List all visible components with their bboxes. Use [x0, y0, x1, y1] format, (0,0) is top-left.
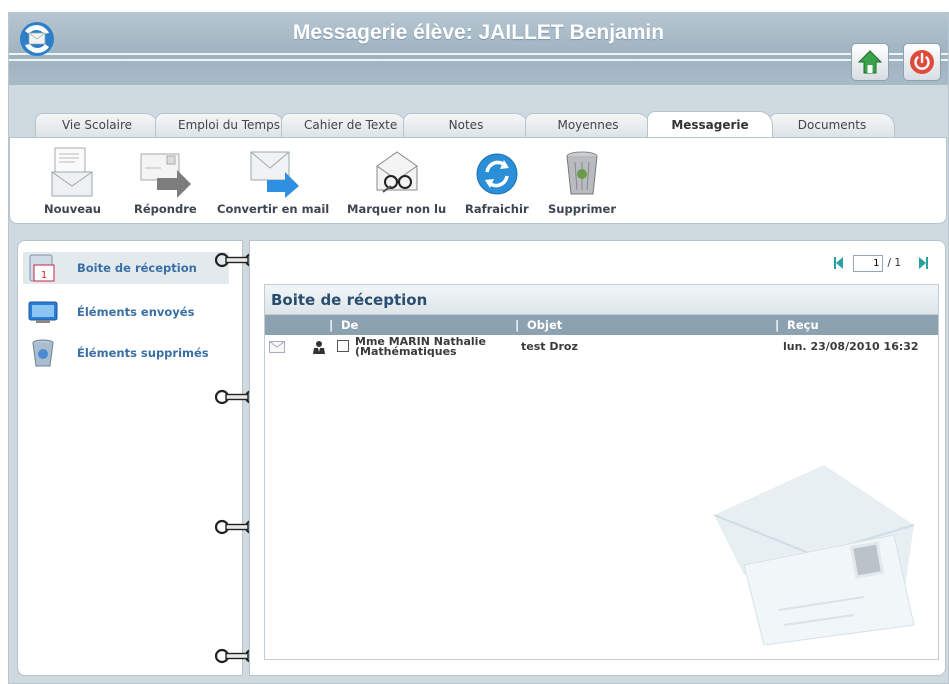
app-window: Messagerie élève: JAILLET Benjamin Vie S…	[8, 12, 949, 684]
reply-icon	[140, 153, 192, 198]
tab-vie-scolaire[interactable]: Vie Scolaire	[35, 113, 159, 137]
new-message-button[interactable]: Nouveau	[44, 146, 101, 216]
next-page-icon[interactable]	[915, 256, 929, 270]
pager: / 1	[833, 254, 929, 272]
new-message-icon	[51, 147, 93, 197]
svg-text:1: 1	[41, 270, 47, 281]
sent-icon	[28, 301, 58, 323]
message-list: Boite de réception | De | Objet | Reçu M…	[264, 284, 939, 660]
page-total: / 1	[887, 257, 901, 269]
reply-label: Répondre	[134, 202, 197, 216]
tab-moyennes[interactable]: Moyennes	[525, 113, 651, 137]
refresh-icon	[476, 153, 518, 195]
folder-sent-label: Éléments envoyés	[77, 305, 195, 319]
envelope-watermark-icon	[713, 465, 915, 645]
deleted-items-icon	[32, 339, 54, 367]
column-received[interactable]: Reçu	[787, 318, 819, 332]
power-icon	[910, 50, 934, 74]
column-received-separator: |	[775, 318, 780, 332]
refresh-button[interactable]: Rafraichir	[465, 146, 529, 216]
message-panel: / 1 Boite de réception | De | Objet | Re…	[249, 240, 946, 676]
table-row[interactable]: Mme MARIN Nathalie (Mathématiques test D…	[265, 335, 938, 361]
previous-page-icon[interactable]	[833, 256, 847, 270]
mark-unread-label: Marquer non lu	[347, 202, 447, 216]
refresh-label: Rafraichir	[465, 202, 529, 216]
folder-inbox-label: Boite de réception	[77, 261, 197, 275]
list-title: Boite de réception	[265, 285, 938, 315]
column-subject[interactable]: Objet	[527, 318, 562, 332]
folder-deleted-label: Éléments supprimés	[77, 346, 209, 360]
reply-button[interactable]: Répondre	[134, 146, 197, 216]
person-icon	[313, 341, 325, 354]
new-message-label: Nouveau	[44, 202, 101, 216]
message-sender: Mme MARIN Nathalie (Mathématiques	[355, 337, 486, 357]
column-from-separator: |	[329, 318, 334, 332]
toolbar: Nouveau Répondre Convertir en mail Marqu…	[9, 137, 947, 224]
tab-cahier-de-texte[interactable]: Cahier de Texte	[281, 113, 407, 137]
mark-unread-icon	[376, 151, 418, 193]
main-tabs: Vie Scolaire Emploi du Temps Cahier de T…	[35, 111, 895, 137]
header-bar: Messagerie élève: JAILLET Benjamin	[9, 13, 948, 85]
page-title: Messagerie élève: JAILLET Benjamin	[292, 21, 665, 44]
column-header: | De | Objet | Reçu	[265, 315, 938, 335]
header-stripe	[9, 53, 948, 55]
delete-label: Supprimer	[548, 202, 617, 216]
header-stripe	[9, 59, 948, 61]
logout-button[interactable]	[903, 43, 941, 81]
tab-documents[interactable]: Documents	[769, 113, 895, 137]
convert-mail-icon	[250, 151, 300, 198]
inbox-icon: 1	[29, 254, 55, 282]
delete-button[interactable]: Supprimer	[548, 146, 616, 216]
mark-unread-button[interactable]: Marquer non lu	[347, 146, 446, 216]
home-button[interactable]	[851, 43, 889, 81]
message-subject: test Droz	[521, 340, 578, 353]
tab-emploi-du-temps[interactable]: Emploi du Temps	[155, 113, 285, 137]
trash-icon	[566, 151, 598, 195]
column-from[interactable]: De	[341, 318, 358, 332]
tab-messagerie[interactable]: Messagerie	[647, 111, 773, 137]
convert-to-mail-button[interactable]: Convertir en mail	[217, 146, 329, 216]
folder-panel: 1 Boite de réception Éléments envoyés Él…	[17, 240, 243, 676]
row-checkbox[interactable]	[337, 340, 349, 352]
message-received-date: lun. 23/08/2010 16:32	[783, 340, 919, 353]
folder-inbox[interactable]: 1 Boite de réception	[23, 252, 229, 284]
page-number-input[interactable]	[853, 254, 884, 272]
convert-to-mail-label: Convertir en mail	[217, 202, 330, 216]
home-icon	[857, 50, 883, 74]
folder-sent[interactable]: Éléments envoyés	[23, 296, 229, 328]
column-subject-separator: |	[515, 318, 520, 332]
tab-notes[interactable]: Notes	[403, 113, 529, 137]
envelope-icon	[269, 341, 285, 353]
folder-deleted[interactable]: Éléments supprimés	[23, 337, 229, 369]
